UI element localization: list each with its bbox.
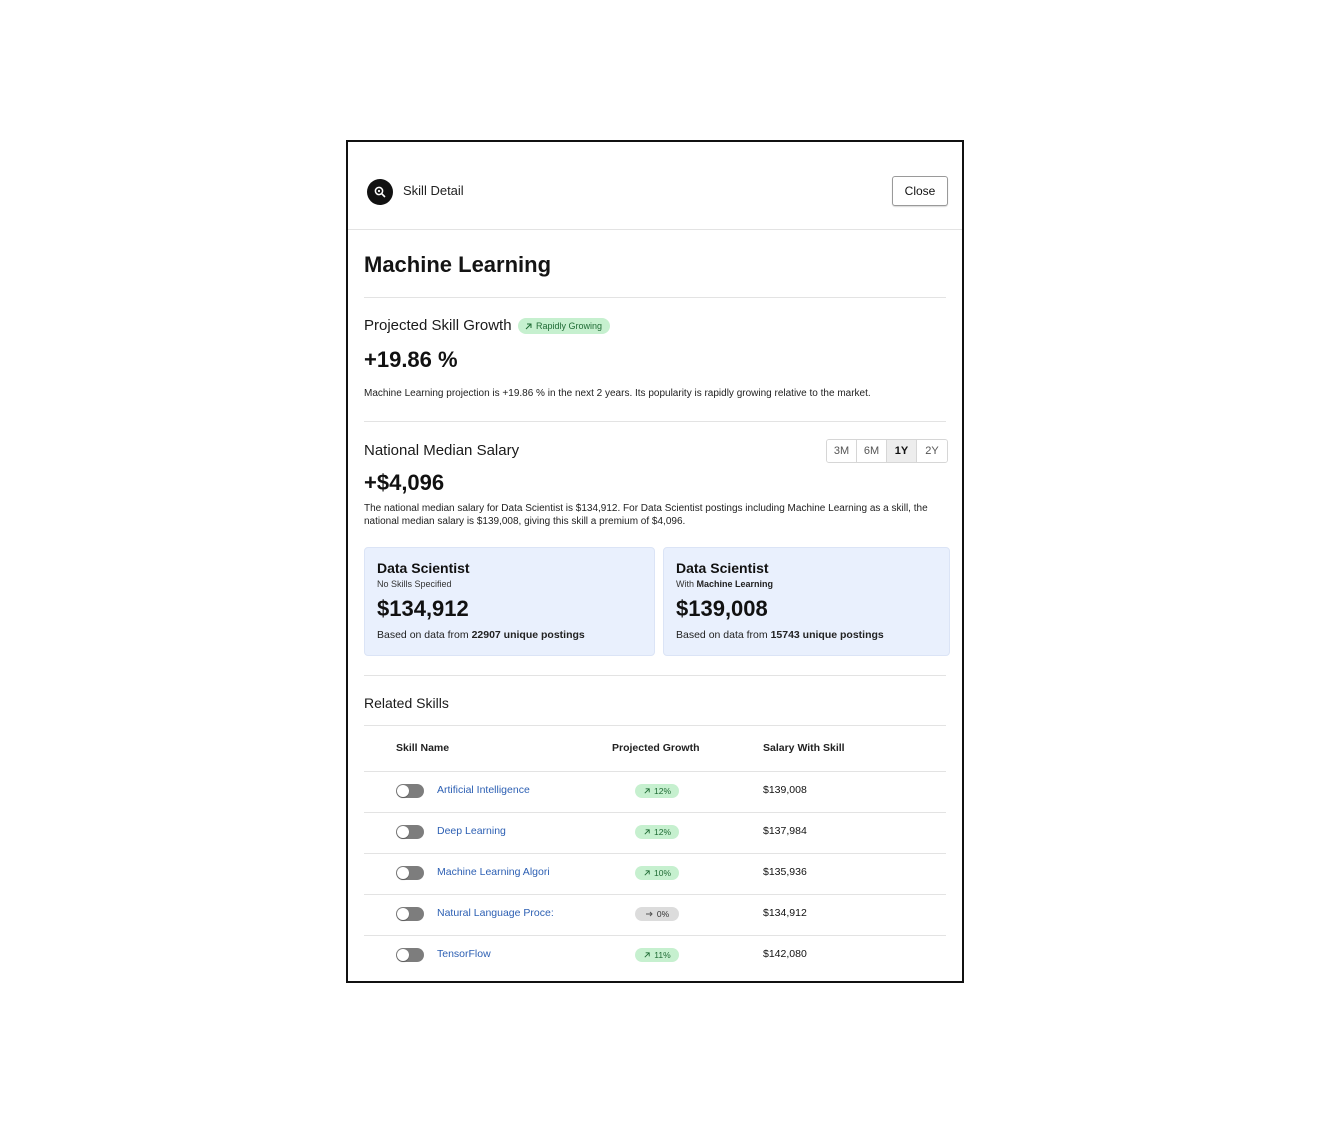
time-range-selector: 3M 6M 1Y 2Y <box>826 439 948 463</box>
growth-pill: 0% <box>635 907 679 921</box>
arrow-up-right-icon <box>525 323 532 329</box>
salary-value: $134,912 <box>763 907 807 919</box>
column-salary-with-skill: Salary With Skill <box>763 742 845 754</box>
card-note: Based on data from 22907 unique postings <box>377 629 585 641</box>
salary-value: $139,008 <box>763 784 807 796</box>
salary-value: $142,080 <box>763 948 807 960</box>
skill-detail-modal: Skill Detail Close Machine Learning Proj… <box>346 140 964 983</box>
arrow-up-right-icon <box>644 829 650 835</box>
modal-title: Skill Detail <box>403 183 464 198</box>
card-amount: $139,008 <box>676 596 768 621</box>
range-1y-button[interactable]: 1Y <box>887 440 917 462</box>
salary-section-title: National Median Salary <box>364 442 520 459</box>
growth-pill: 12% <box>635 784 679 798</box>
divider <box>364 297 946 298</box>
salary-card-with-skill: Data Scientist With Machine Learning $13… <box>663 547 950 656</box>
related-skills-title: Related Skills <box>364 695 449 711</box>
card-subtitle: With Machine Learning <box>676 579 774 589</box>
table-row: Artificial Intelligence 12% $139,008 <box>364 771 946 813</box>
skill-name-heading: Machine Learning <box>364 252 552 277</box>
card-note: Based on data from 15743 unique postings <box>676 629 884 641</box>
card-role: Data Scientist <box>377 560 470 576</box>
close-button[interactable]: Close <box>892 176 948 206</box>
growth-value: +19.86 % <box>364 347 458 372</box>
column-skill-name: Skill Name <box>396 742 450 754</box>
skill-toggle[interactable] <box>396 907 424 921</box>
range-6m-button[interactable]: 6M <box>857 440 887 462</box>
salary-card-baseline: Data Scientist No Skills Specified $134,… <box>364 547 655 656</box>
growth-section-title: Projected Skill Growth <box>364 317 512 334</box>
range-2y-button[interactable]: 2Y <box>917 440 947 462</box>
arrow-up-right-icon <box>644 870 650 876</box>
salary-value: $135,936 <box>763 866 807 878</box>
skill-toggle[interactable] <box>396 784 424 798</box>
growth-pill: 11% <box>635 948 679 962</box>
card-amount: $134,912 <box>377 596 469 621</box>
growth-status-badge: Rapidly Growing <box>518 318 611 334</box>
arrow-up-right-icon <box>644 952 650 958</box>
table-row: Natural Language Proce: 0% $134,912 <box>364 894 946 936</box>
growth-pill: 10% <box>635 866 679 880</box>
growth-pill: 12% <box>635 825 679 839</box>
salary-value: $137,984 <box>763 825 807 837</box>
card-subtitle: No Skills Specified <box>377 579 452 589</box>
table-row: TensorFlow 11% $142,080 <box>364 935 946 976</box>
arrow-up-right-icon <box>644 788 650 794</box>
table-row: Machine Learning Algori 10% $135,936 <box>364 853 946 895</box>
table-row: Deep Learning 12% $137,984 <box>364 812 946 854</box>
skill-link[interactable]: Machine Learning Algori <box>437 866 561 878</box>
card-role: Data Scientist <box>676 560 769 576</box>
modal-header: Skill Detail Close <box>348 142 962 230</box>
skill-link[interactable]: Natural Language Proce: <box>437 907 561 919</box>
divider <box>364 421 946 422</box>
skill-link[interactable]: Deep Learning <box>437 825 561 837</box>
skill-link[interactable]: Artificial Intelligence <box>437 784 561 796</box>
salary-premium-value: +$4,096 <box>364 470 445 495</box>
search-icon <box>367 179 393 205</box>
divider <box>364 675 946 676</box>
skill-toggle[interactable] <box>396 825 424 839</box>
growth-description: Machine Learning projection is +19.86 % … <box>364 388 871 399</box>
skill-toggle[interactable] <box>396 948 424 962</box>
column-projected-growth: Projected Growth <box>612 742 700 754</box>
skill-link[interactable]: TensorFlow <box>437 948 561 960</box>
growth-badge-label: Rapidly Growing <box>536 321 603 331</box>
arrow-right-icon <box>645 911 653 917</box>
salary-description: The national median salary for Data Scie… <box>364 503 928 527</box>
skill-toggle[interactable] <box>396 866 424 880</box>
range-3m-button[interactable]: 3M <box>827 440 857 462</box>
table-header: Skill Name Projected Growth Salary With … <box>364 725 946 772</box>
